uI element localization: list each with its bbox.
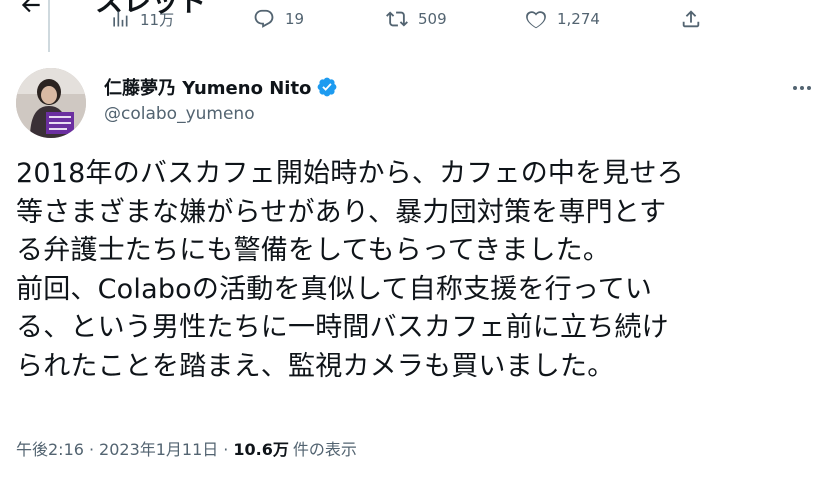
more-dot-icon: [793, 86, 797, 90]
views-count: 11万: [140, 10, 175, 29]
verified-badge-icon: [318, 77, 337, 97]
reply-icon: [254, 9, 274, 28]
reply-count: 19: [285, 10, 305, 28]
author-display-name[interactable]: 仁藤夢乃 Yumeno Nito: [104, 74, 311, 100]
tweet-text-line: 等さまざまな嫌がらせがあり、暴力団対策を専門とす: [16, 196, 667, 228]
tweet-views-count[interactable]: 10.6万: [233, 440, 288, 459]
tweet-text-line: 2018年のバスカフェ開始時から、カフェの中を見せろ: [16, 158, 684, 189]
tweet-text-line: る、という男性たちに一時間バスカフェ前に立ち続け: [16, 312, 669, 344]
more-options-button[interactable]: [782, 76, 822, 100]
tweet-date[interactable]: 2023年1月11日: [99, 440, 218, 459]
retweet-button[interactable]: 509: [386, 6, 447, 32]
avatar-photo: [16, 68, 86, 138]
analytics-icon: [113, 11, 128, 27]
more-dot-icon: [807, 86, 811, 90]
tweet-text-line: る弁護士たちにも警備をしてもらってきました。: [16, 235, 611, 267]
reply-button[interactable]: 19: [253, 6, 304, 32]
share-icon: [682, 10, 700, 28]
author-name-row[interactable]: 仁藤夢乃 Yumeno Nito: [104, 74, 338, 100]
retweet-icon: [386, 11, 408, 27]
meta-separator: ·: [88, 440, 95, 459]
share-button[interactable]: [680, 6, 702, 32]
like-count: 1,274: [557, 10, 600, 28]
meta-separator: ·: [223, 440, 229, 459]
tweet-text: 2018年のバスカフェ開始時から、カフェの中を見せろ 等さまざまな嫌がらせがあり…: [16, 155, 816, 387]
tweet-metadata: 午後2:16 · 2023年1月11日 · 10.6万 件の表示: [16, 436, 357, 460]
heart-icon: [526, 11, 546, 29]
tweet-text-line: られたことを踏まえ、監視カメラも買いました。: [16, 350, 615, 382]
like-button[interactable]: 1,274: [525, 6, 600, 32]
arrow-left-icon: [21, 0, 40, 13]
thread-connector-line: [48, 0, 50, 52]
retweet-count: 509: [418, 10, 447, 28]
more-dot-icon: [800, 86, 804, 90]
tweet-text-line: 前回、Colaboの活動を真似して自称支援を行ってい: [16, 273, 653, 305]
views-stat[interactable]: 11万: [110, 6, 174, 32]
tweet-views-label: 件の表示: [292, 440, 357, 459]
tweet-time[interactable]: 午後2:16: [16, 440, 84, 459]
avatar[interactable]: [16, 68, 86, 138]
author-handle[interactable]: @colabo_yumeno: [104, 104, 255, 124]
